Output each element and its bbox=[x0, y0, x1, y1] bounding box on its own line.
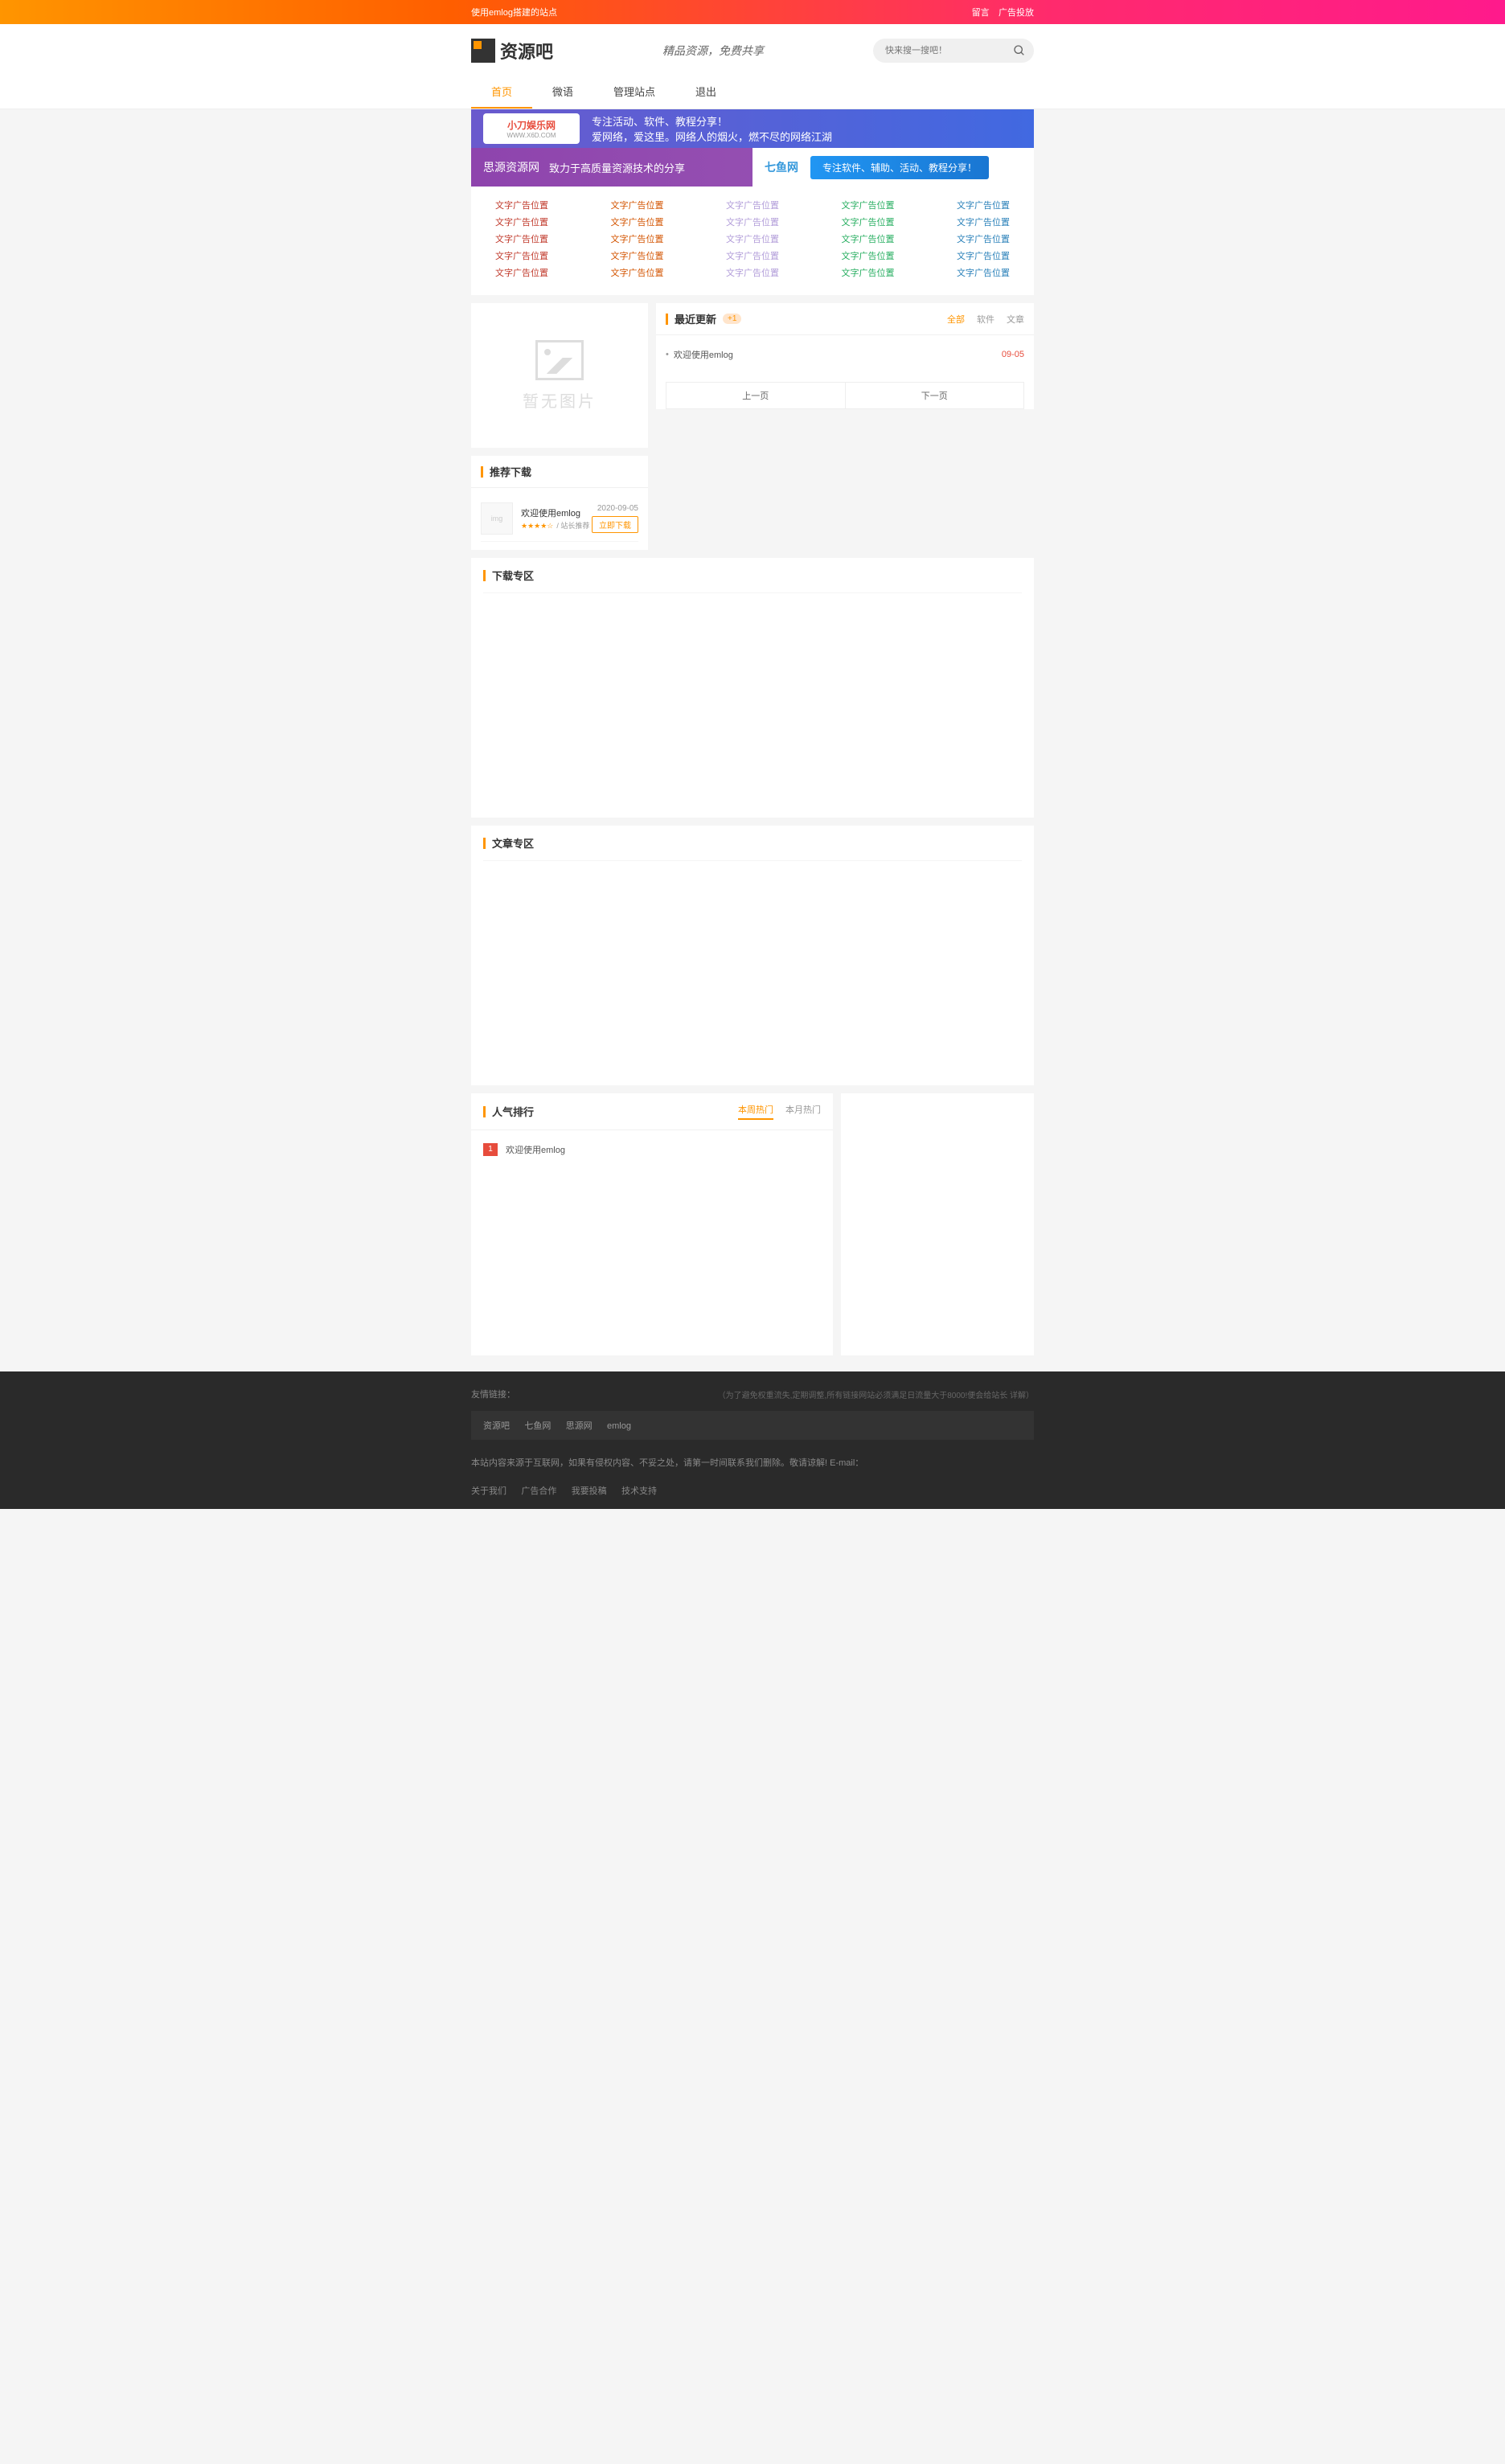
image-placeholder-icon bbox=[535, 340, 584, 380]
ad-link[interactable]: 文字广告位置 bbox=[957, 232, 1010, 245]
topbar-link-ad[interactable]: 广告投放 bbox=[999, 8, 1034, 18]
ad-link[interactable]: 文字广告位置 bbox=[726, 215, 779, 228]
banner-2-left-text: 致力于高质量资源技术的分享 bbox=[549, 160, 685, 175]
recent-update-card: 最近更新 +1 全部 软件 文章 • 欢迎使用emlog 09-05 bbox=[656, 303, 1034, 409]
ad-links-block: 文字广告位置文字广告位置文字广告位置文字广告位置文字广告位置 文字广告位置文字广… bbox=[471, 187, 1034, 295]
ad-link[interactable]: 文字广告位置 bbox=[495, 249, 548, 262]
ad-link[interactable]: 文字广告位置 bbox=[842, 215, 895, 228]
recommend-thumb: img bbox=[481, 502, 513, 535]
banner-1-logo: 小刀娱乐网 WWW.X6D.COM bbox=[483, 113, 580, 144]
update-badge: +1 bbox=[723, 314, 741, 324]
recommend-item-title[interactable]: 欢迎使用emlog bbox=[521, 509, 580, 519]
footer-nav-ad[interactable]: 广告合作 bbox=[521, 1486, 556, 1496]
search-input[interactable] bbox=[873, 39, 1034, 63]
ad-link[interactable]: 文字广告位置 bbox=[726, 199, 779, 211]
recommend-item: img 欢迎使用emlog ★★★★☆/ 站长推荐 2020-09-05 立即下… bbox=[481, 496, 638, 542]
recent-update-title: 最近更新 bbox=[675, 311, 716, 326]
ad-link[interactable]: 文字广告位置 bbox=[726, 232, 779, 245]
pager-next[interactable]: 下一页 bbox=[846, 383, 1024, 408]
ad-link[interactable]: 文字广告位置 bbox=[726, 266, 779, 279]
rank-tab-week[interactable]: 本周热门 bbox=[738, 1103, 773, 1120]
ad-link[interactable]: 文字广告位置 bbox=[611, 232, 664, 245]
ad-link[interactable]: 文字广告位置 bbox=[611, 249, 664, 262]
topbar-link-msg[interactable]: 留言 bbox=[972, 8, 990, 18]
tab-software[interactable]: 软件 bbox=[977, 313, 994, 326]
recommend-date: 2020-09-05 bbox=[592, 504, 638, 513]
pager-prev[interactable]: 上一页 bbox=[666, 383, 846, 408]
rank-item-title[interactable]: 欢迎使用emlog bbox=[506, 1143, 565, 1156]
ad-link[interactable]: 文字广告位置 bbox=[842, 249, 895, 262]
rank-number: 1 bbox=[483, 1143, 498, 1156]
banner-2: 思源资源网 致力于高质量资源技术的分享 七鱼网 专注软件、辅助、活动、教程分享！ bbox=[471, 148, 1034, 187]
topbar-notice: 使用emlog搭建的站点 bbox=[471, 6, 557, 18]
banner-2-right-btn: 专注软件、辅助、活动、教程分享！ bbox=[810, 156, 989, 179]
ad-link[interactable]: 文字广告位置 bbox=[957, 266, 1010, 279]
star-icon: ★★★★☆ bbox=[521, 522, 553, 530]
article-section: 文章专区 bbox=[471, 826, 1034, 1085]
search-icon[interactable] bbox=[1013, 44, 1026, 57]
side-noimage: 暂无图片 bbox=[471, 303, 648, 448]
banner-2-right-logo: 七鱼网 bbox=[765, 159, 798, 175]
update-item-date: 09-05 bbox=[1002, 350, 1024, 359]
friend-link[interactable]: 思源网 bbox=[566, 1421, 593, 1431]
update-item: • 欢迎使用emlog 09-05 bbox=[666, 343, 1024, 366]
banner-2-right[interactable]: 七鱼网 专注软件、辅助、活动、教程分享！ bbox=[752, 148, 1034, 187]
nav-home[interactable]: 首页 bbox=[471, 76, 532, 109]
ad-link[interactable]: 文字广告位置 bbox=[611, 199, 664, 211]
rank-title: 人气排行 bbox=[492, 1104, 534, 1119]
ad-link[interactable]: 文字广告位置 bbox=[842, 266, 895, 279]
ad-link[interactable]: 文字广告位置 bbox=[611, 215, 664, 228]
noimage-text: 暂无图片 bbox=[523, 388, 597, 412]
ad-link[interactable]: 文字广告位置 bbox=[495, 232, 548, 245]
recommend-title: 推荐下载 bbox=[490, 464, 531, 479]
nav-admin[interactable]: 管理站点 bbox=[593, 76, 675, 109]
ad-link[interactable]: 文字广告位置 bbox=[842, 232, 895, 245]
nav-logout[interactable]: 退出 bbox=[675, 76, 736, 109]
ad-link[interactable]: 文字广告位置 bbox=[957, 249, 1010, 262]
ad-link[interactable]: 文字广告位置 bbox=[611, 266, 664, 279]
logo-text: 资源吧 bbox=[500, 38, 553, 64]
friend-link[interactable]: 七鱼网 bbox=[524, 1421, 551, 1431]
nav-weiyu[interactable]: 微语 bbox=[532, 76, 593, 109]
footer-nav-support[interactable]: 技术支持 bbox=[621, 1486, 657, 1496]
ad-link[interactable]: 文字广告位置 bbox=[495, 199, 548, 211]
logo-icon bbox=[471, 39, 495, 63]
update-item-title[interactable]: 欢迎使用emlog bbox=[674, 348, 1002, 361]
download-button[interactable]: 立即下载 bbox=[592, 516, 638, 533]
rank-item: 1 欢迎使用emlog bbox=[483, 1140, 821, 1159]
download-section: 下载专区 bbox=[471, 558, 1034, 818]
tab-article[interactable]: 文章 bbox=[1007, 313, 1024, 326]
ad-link[interactable]: 文字广告位置 bbox=[495, 215, 548, 228]
ad-link[interactable]: 文字广告位置 bbox=[495, 266, 548, 279]
rank-card: 人气排行 本周热门 本月热门 1 欢迎使用emlog bbox=[471, 1093, 833, 1355]
ad-link[interactable]: 文字广告位置 bbox=[957, 199, 1010, 211]
tab-all[interactable]: 全部 bbox=[947, 313, 965, 326]
rank-side-empty bbox=[841, 1093, 1034, 1355]
recommend-card: 推荐下载 img 欢迎使用emlog ★★★★☆/ 站长推荐 2020-09-0… bbox=[471, 456, 648, 550]
logo[interactable]: 资源吧 bbox=[471, 38, 553, 64]
article-section-title: 文章专区 bbox=[492, 835, 534, 851]
friend-link[interactable]: emlog bbox=[607, 1421, 631, 1431]
banner-2-left[interactable]: 思源资源网 致力于高质量资源技术的分享 bbox=[471, 159, 752, 175]
banner-1-line2: 爱网络，爱这里。网络人的烟火，燃不尽的网络江湖 bbox=[592, 129, 832, 144]
footer-disclaimer: 本站内容来源于互联网，如果有侵权内容、不妥之处，请第一时间联系我们删除。敬请谅解… bbox=[471, 1456, 1034, 1472]
banner-2-left-logo: 思源资源网 bbox=[483, 159, 539, 175]
ad-link[interactable]: 文字广告位置 bbox=[726, 249, 779, 262]
slogan: 精品资源，免费共享 bbox=[662, 43, 764, 59]
recommend-tag: / 站长推荐 bbox=[556, 522, 589, 530]
banner-1-line1: 专注活动、软件、教程分享！ bbox=[592, 113, 832, 129]
download-section-title: 下载专区 bbox=[492, 568, 534, 583]
ad-link[interactable]: 文字广告位置 bbox=[842, 199, 895, 211]
bullet-icon: • bbox=[666, 350, 669, 359]
footer-nav-submit[interactable]: 我要投稿 bbox=[572, 1486, 607, 1496]
search-box bbox=[873, 39, 1034, 63]
footer-nav-about[interactable]: 关于我们 bbox=[471, 1486, 506, 1496]
friend-links-note: （为了避免权重流失,定期调整,所有链接网站必须满足日流量大于8000!便会给站长… bbox=[718, 1388, 1034, 1400]
ad-link[interactable]: 文字广告位置 bbox=[957, 215, 1010, 228]
rank-tab-month[interactable]: 本月热门 bbox=[785, 1103, 821, 1120]
banner-1[interactable]: 小刀娱乐网 WWW.X6D.COM 专注活动、软件、教程分享！ 爱网络，爱这里。… bbox=[471, 109, 1034, 148]
friend-links-title: 友情链接： bbox=[471, 1388, 515, 1400]
friend-link[interactable]: 资源吧 bbox=[483, 1421, 510, 1431]
